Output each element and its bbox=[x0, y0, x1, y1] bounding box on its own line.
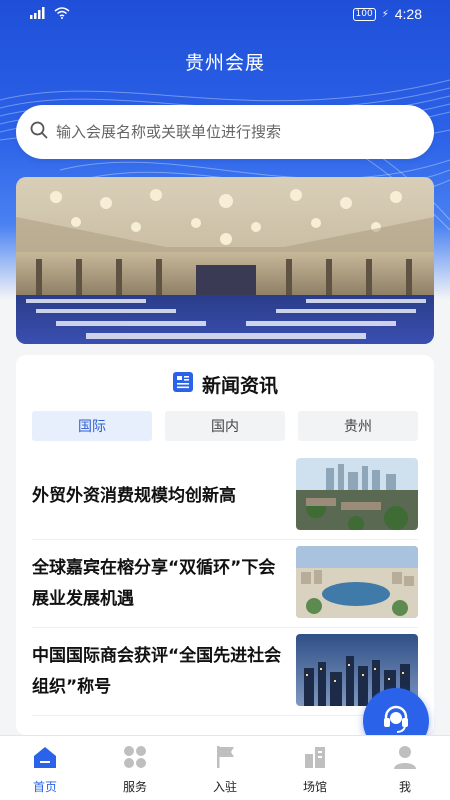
news-header: 新闻资讯 bbox=[16, 369, 434, 399]
clock: 4:28 bbox=[394, 6, 422, 22]
tab-international[interactable]: 国际 bbox=[32, 411, 152, 441]
wifi-icon bbox=[54, 7, 70, 23]
grid-icon bbox=[122, 744, 148, 774]
status-right: 100 ⚡ 4:28 bbox=[352, 6, 422, 22]
news-item[interactable]: 外贸外资消费规模均创新高 bbox=[32, 452, 418, 540]
news-tabs: 国际 国内 贵州 bbox=[32, 411, 418, 441]
battery-indicator: 100 bbox=[352, 7, 376, 21]
tab-me[interactable]: 我 bbox=[360, 744, 450, 798]
banner-image bbox=[16, 177, 434, 344]
bottom-tab-bar: 首页 服务 入驻 场馆 我 bbox=[0, 735, 450, 800]
newspaper-icon bbox=[172, 371, 194, 397]
news-item[interactable]: 全球嘉宾在榕分享“双循环”下会展业发展机遇 bbox=[32, 540, 418, 628]
charging-icon: ⚡ bbox=[381, 8, 389, 20]
flag-icon bbox=[212, 744, 238, 774]
search-input[interactable] bbox=[56, 123, 434, 141]
news-section: 新闻资讯 国际 国内 贵州 外贸外资消费规模均创新高 全球嘉宾在榕分享“双循环”… bbox=[16, 355, 434, 735]
tab-settle-in-label: 入驻 bbox=[212, 780, 237, 794]
news-thumbnail bbox=[296, 546, 418, 618]
news-thumbnail bbox=[296, 458, 418, 530]
tab-home[interactable]: 首页 bbox=[0, 744, 90, 798]
news-item[interactable]: 中国国际商会获评“全国先进社会组织”称号 bbox=[32, 628, 418, 716]
tab-venues-label: 场馆 bbox=[302, 780, 327, 794]
status-bar: 100 ⚡ 4:28 bbox=[0, 0, 450, 30]
tab-services[interactable]: 服务 bbox=[90, 744, 180, 798]
tab-home-label: 首页 bbox=[32, 780, 57, 794]
tab-domestic[interactable]: 国内 bbox=[165, 411, 285, 441]
building-icon bbox=[302, 744, 328, 774]
user-icon bbox=[392, 744, 418, 774]
news-title: 新闻资讯 bbox=[201, 374, 278, 397]
tab-venues[interactable]: 场馆 bbox=[270, 744, 360, 798]
news-item-title: 全球嘉宾在榕分享“双循环”下会展业发展机遇 bbox=[32, 558, 276, 609]
banner-carousel[interactable] bbox=[16, 177, 434, 344]
signal-icon bbox=[30, 7, 50, 23]
tab-me-label: 我 bbox=[398, 780, 411, 794]
search-icon bbox=[30, 121, 48, 143]
tab-services-label: 服务 bbox=[122, 780, 147, 794]
tab-guizhou[interactable]: 贵州 bbox=[298, 411, 418, 441]
home-icon bbox=[32, 744, 58, 774]
status-left bbox=[30, 7, 70, 23]
news-item-title: 中国国际商会获评“全国先进社会组织”称号 bbox=[32, 646, 282, 697]
search-bar[interactable] bbox=[16, 105, 434, 159]
tab-settle-in[interactable]: 入驻 bbox=[180, 744, 270, 798]
app-title: 贵州会展 bbox=[184, 52, 265, 74]
news-item-title: 外贸外资消费规模均创新高 bbox=[32, 485, 236, 506]
